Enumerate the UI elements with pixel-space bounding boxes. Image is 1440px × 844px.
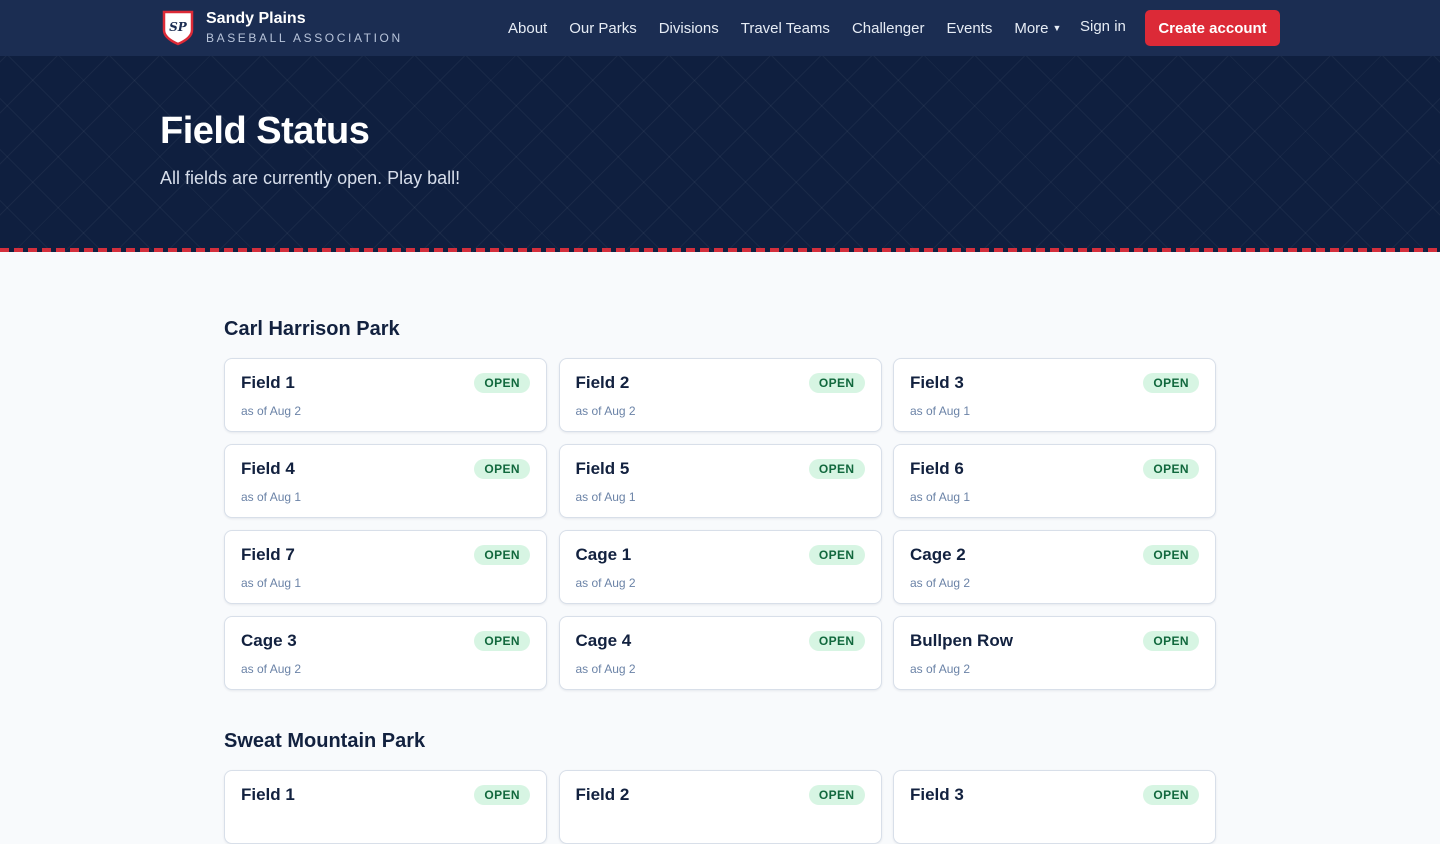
field-updated: as of Aug 1 [910, 404, 971, 418]
field-name: Field 7 [241, 545, 295, 564]
field-updated: as of Aug 1 [241, 576, 302, 590]
status-badge: OPEN [808, 545, 865, 565]
status-badge: OPEN [474, 459, 530, 479]
nav-item-more-label: More [1014, 19, 1049, 37]
field-card[interactable]: Field 4 OPEN as of Aug 1 [224, 444, 547, 518]
status-badge: OPEN [808, 459, 865, 479]
field-updated: as of Aug 2 [910, 662, 971, 676]
nav-item-events[interactable]: Events [946, 20, 992, 37]
field-updated: as of Aug 1 [910, 490, 971, 504]
status-badge: OPEN [1143, 459, 1199, 479]
park-title: Sweat Mountain Park [224, 730, 426, 752]
caret-down-icon: ▼ [1052, 22, 1062, 33]
field-name: Field 1 [241, 785, 295, 804]
field-card[interactable]: Field 3 OPEN [893, 770, 1216, 844]
status-badge: OPEN [474, 785, 530, 805]
shield-logo-icon: SP [162, 10, 194, 46]
field-name: Cage 1 [575, 545, 632, 564]
field-name: Field 4 [241, 459, 295, 478]
hero-banner: Field Status All fields are currently op… [0, 56, 1440, 252]
field-updated: as of Aug 2 [910, 576, 971, 590]
field-name: Cage 2 [910, 545, 966, 564]
stitch-divider [0, 248, 1440, 252]
page-title: Field Status [160, 110, 370, 152]
nav-item-travel-teams[interactable]: Travel Teams [741, 20, 830, 37]
status-badge: OPEN [474, 373, 530, 393]
status-badge: OPEN [474, 631, 530, 651]
nav-item-challenger[interactable]: Challenger [852, 20, 925, 37]
field-card[interactable]: Field 2 OPEN [558, 770, 882, 844]
field-card[interactable]: Cage 1 OPEN as of Aug 2 [558, 530, 882, 604]
top-navbar: SP Sandy Plains BASEBALL ASSOCIATION Abo… [0, 0, 1440, 56]
field-card[interactable]: Field 1 OPEN as of Aug 2 [224, 358, 547, 432]
status-badge: OPEN [1143, 785, 1199, 805]
field-updated: as of Aug 1 [575, 490, 636, 504]
field-name: Field 6 [910, 459, 964, 478]
field-updated: as of Aug 2 [241, 662, 302, 676]
brand-subtitle: BASEBALL ASSOCIATION [206, 31, 403, 45]
field-card[interactable]: Cage 2 OPEN as of Aug 2 [893, 530, 1216, 604]
main-menu: About Our Parks Divisions Travel Teams C… [508, 0, 1083, 56]
status-badge: OPEN [1143, 373, 1199, 393]
field-updated: as of Aug 2 [241, 404, 302, 418]
field-name: Bullpen Row [910, 631, 1013, 650]
park-section-sweat-mountain: Sweat Mountain Park Field 1 OPEN Field 2 O… [224, 730, 1216, 844]
field-name: Field 5 [575, 459, 630, 478]
field-card[interactable]: Cage 3 OPEN as of Aug 2 [224, 616, 547, 690]
status-badge: OPEN [1143, 545, 1199, 565]
brand-initials: SP [169, 20, 188, 34]
status-badge: OPEN [808, 631, 865, 651]
field-name: Field 3 [910, 785, 964, 804]
park-title: Carl Harrison Park [224, 318, 400, 340]
field-updated: as of Aug 2 [575, 404, 636, 418]
field-name: Cage 3 [241, 631, 297, 650]
field-card[interactable]: Cage 4 OPEN as of Aug 2 [558, 616, 882, 690]
status-badge: OPEN [1143, 631, 1199, 651]
field-name: Field 3 [910, 373, 964, 392]
nav-item-our-parks[interactable]: Our Parks [569, 20, 637, 37]
field-updated: as of Aug 2 [575, 576, 636, 590]
field-card[interactable]: Field 2 OPEN as of Aug 2 [558, 358, 882, 432]
field-card[interactable]: Field 5 OPEN as of Aug 1 [558, 444, 882, 518]
field-name: Field 2 [575, 785, 630, 804]
status-badge: OPEN [808, 373, 865, 393]
field-name: Cage 4 [575, 631, 632, 650]
status-badge: OPEN [808, 785, 865, 805]
brand-logo-link[interactable]: SP Sandy Plains BASEBALL ASSOCIATION [162, 10, 403, 46]
page-subtitle: All fields are currently open. Play ball… [160, 168, 461, 188]
field-name: Field 1 [241, 373, 295, 392]
field-card[interactable]: Field 6 OPEN as of Aug 1 [893, 444, 1216, 518]
field-name: Field 2 [575, 373, 630, 392]
nav-item-divisions[interactable]: Divisions [659, 20, 719, 37]
field-grid: Field 1 OPEN Field 2 OPEN Field 3 OPEN [224, 770, 1216, 844]
field-card[interactable]: Bullpen Row OPEN as of Aug 2 [893, 616, 1216, 690]
field-grid: Field 1 OPEN as of Aug 2 Field 2 OPEN as of … [224, 358, 1216, 690]
field-updated: as of Aug 1 [241, 490, 302, 504]
field-card[interactable]: Field 3 OPEN as of Aug 1 [893, 358, 1216, 432]
nav-item-more[interactable]: More ▼ [1014, 20, 1061, 37]
park-section-carl-harrison: Carl Harrison Park Field 1 OPEN as of Aug … [224, 318, 1216, 690]
field-card[interactable]: Field 1 OPEN [224, 770, 547, 844]
field-card[interactable]: Field 7 OPEN as of Aug 1 [224, 530, 547, 604]
field-updated: as of Aug 2 [575, 662, 636, 676]
nav-item-about[interactable]: About [508, 20, 547, 37]
brand-name: Sandy Plains [206, 10, 306, 27]
create-account-button[interactable]: Create account [1145, 10, 1280, 46]
status-badge: OPEN [474, 545, 530, 565]
sign-in-link[interactable]: Sign in [1080, 18, 1126, 35]
